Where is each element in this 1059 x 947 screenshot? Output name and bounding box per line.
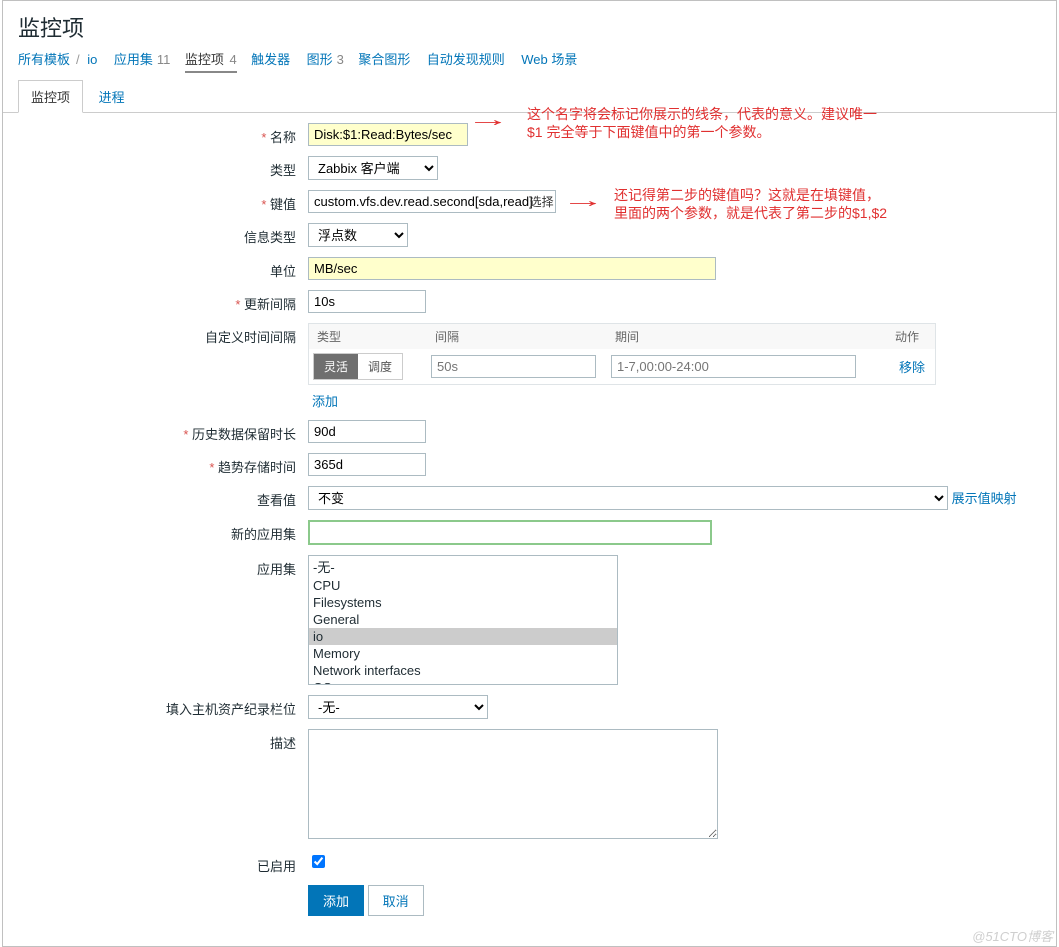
gap-input[interactable] <box>431 355 596 378</box>
tab-process[interactable]: 进程 <box>87 81 137 112</box>
breadcrumb: 所有模板/ io 应用集11 监控项 4 触发器 图形3 聚合图形 自动发现规则… <box>3 49 1056 76</box>
bc-triggers[interactable]: 触发器 <box>251 52 290 67</box>
label-key: 键值 <box>18 190 308 213</box>
bc-discovery[interactable]: 自动发现规则 <box>427 52 505 67</box>
label-infotype: 信息类型 <box>18 223 308 246</box>
label-showvalue: 查看值 <box>18 486 308 509</box>
period-input[interactable] <box>611 355 856 378</box>
col-type: 类型 <box>309 324 427 349</box>
bc-all-templates[interactable]: 所有模板 <box>18 52 70 67</box>
label-trend: 趋势存储时间 <box>18 453 308 476</box>
infotype-select[interactable]: 浮点数 <box>308 223 408 247</box>
bc-appset[interactable]: 应用集 <box>114 52 153 67</box>
annotation-arrow-icon: → <box>561 190 605 213</box>
name-input[interactable] <box>308 123 468 146</box>
list-item[interactable]: Network interfaces <box>309 662 617 679</box>
interval-type-toggle[interactable]: 灵活 调度 <box>313 353 403 380</box>
bc-screens[interactable]: 聚合图形 <box>358 52 410 67</box>
bc-graphs[interactable]: 图形 <box>307 52 333 67</box>
col-action: 动作 <box>867 324 927 349</box>
label-enabled: 已启用 <box>18 852 308 875</box>
key-input[interactable] <box>308 190 556 213</box>
bc-web[interactable]: Web 场景 <box>521 52 577 67</box>
bc-items[interactable]: 监控项 4 <box>185 52 237 73</box>
enabled-checkbox[interactable] <box>312 855 325 868</box>
desc-textarea[interactable] <box>308 729 718 839</box>
trend-input[interactable] <box>308 453 426 476</box>
tab-item[interactable]: 监控项 <box>18 80 83 113</box>
label-name: 名称 <box>18 123 308 146</box>
page-title: 监控项 <box>3 1 1056 49</box>
list-item[interactable]: Memory <box>309 645 617 662</box>
inventory-select[interactable]: -无- <box>308 695 488 719</box>
show-value-map-link[interactable]: 展示值映射 <box>952 491 1017 506</box>
add-interval-link[interactable]: 添加 <box>308 391 338 410</box>
seg-schedule[interactable]: 调度 <box>358 354 402 379</box>
key-select-button[interactable]: 选择 <box>530 195 554 209</box>
label-interval: 更新间隔 <box>18 290 308 313</box>
col-gap: 间隔 <box>427 324 607 349</box>
label-history: 历史数据保留时长 <box>18 420 308 443</box>
list-item[interactable]: io <box>309 628 617 645</box>
interval-input[interactable] <box>308 290 426 313</box>
list-item[interactable]: OS <box>309 679 617 685</box>
label-desc: 描述 <box>18 729 308 752</box>
col-period: 期间 <box>607 324 867 349</box>
type-select[interactable]: Zabbix 客户端 <box>308 156 438 180</box>
list-item[interactable]: CPU <box>309 577 617 594</box>
label-appset: 应用集 <box>18 555 308 578</box>
newapp-input[interactable] <box>308 520 712 545</box>
label-type: 类型 <box>18 156 308 179</box>
history-input[interactable] <box>308 420 426 443</box>
custom-interval-table: 类型 间隔 期间 动作 灵活 调度 <box>308 323 936 385</box>
appset-listbox[interactable]: -无-CPUFilesystemsGeneralioMemoryNetwork … <box>308 555 618 685</box>
label-inventory: 填入主机资产纪录栏位 <box>18 695 308 718</box>
list-item[interactable]: General <box>309 611 617 628</box>
label-newapp: 新的应用集 <box>18 520 308 543</box>
list-item[interactable]: -无- <box>309 556 617 577</box>
bc-io[interactable]: io <box>87 52 97 67</box>
remove-link[interactable]: 移除 <box>899 360 925 375</box>
label-unit: 单位 <box>18 257 308 280</box>
watermark: @51CTO博客 <box>972 926 1053 945</box>
unit-input[interactable] <box>308 257 716 280</box>
annotation-key: 还记得第二步的键值吗？这就是在填键值， 里面的两个参数，就是代表了第二步的$1,… <box>614 186 887 222</box>
label-custom-interval: 自定义时间间隔 <box>18 323 308 346</box>
seg-flexible[interactable]: 灵活 <box>314 354 358 379</box>
list-item[interactable]: Filesystems <box>309 594 617 611</box>
showvalue-select[interactable]: 不变 <box>308 486 948 510</box>
